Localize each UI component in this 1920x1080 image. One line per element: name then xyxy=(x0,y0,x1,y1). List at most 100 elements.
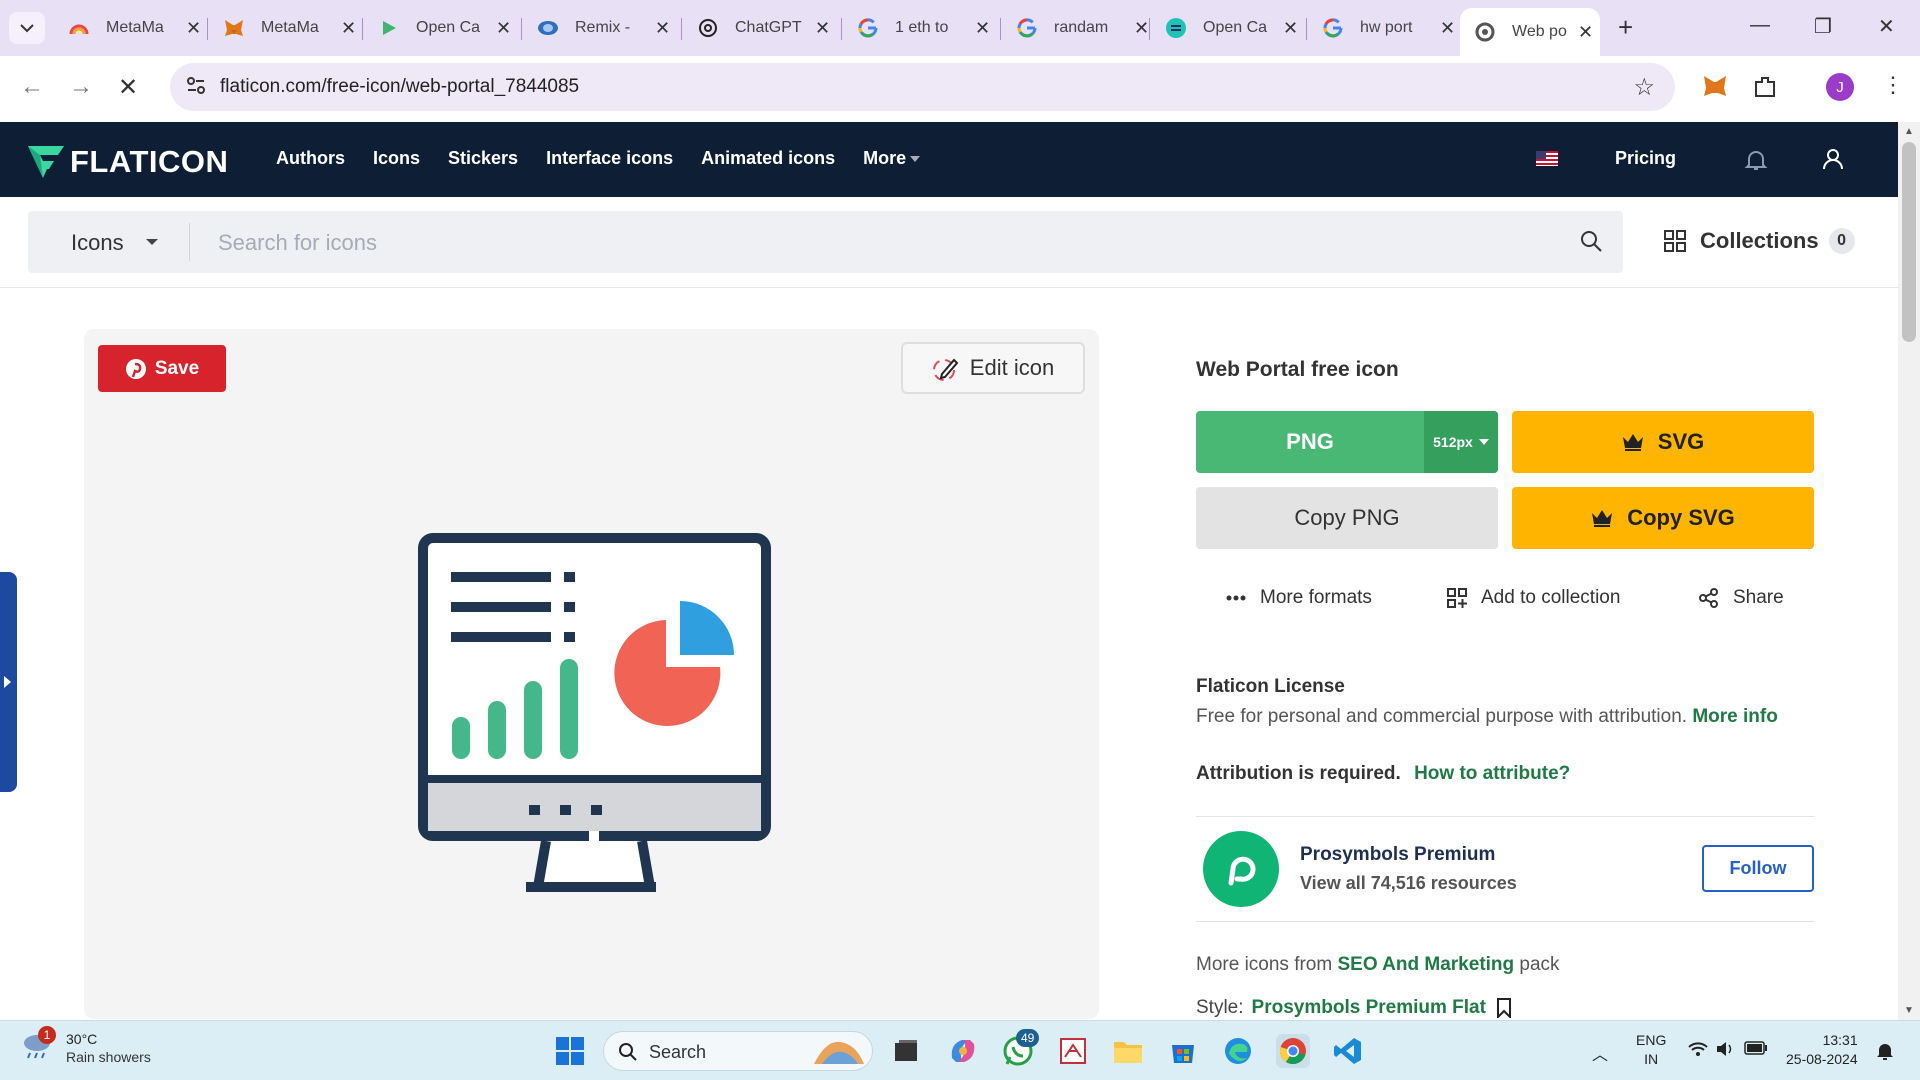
edit-icon-button[interactable]: Edit icon xyxy=(901,342,1085,394)
browser-tab[interactable]: randam ✕ xyxy=(1002,8,1157,48)
scrollbar-thumb[interactable] xyxy=(1902,142,1916,342)
restore-icon[interactable]: ❐ xyxy=(1814,14,1832,39)
pricing-link[interactable]: Pricing xyxy=(1615,148,1676,169)
download-svg-button[interactable]: SVG xyxy=(1512,411,1814,473)
flaticon-logo[interactable]: FLATICON xyxy=(28,144,228,180)
profile-avatar[interactable]: J xyxy=(1826,73,1854,101)
language-indicator[interactable]: ENG IN xyxy=(1636,1031,1666,1069)
browser-tab[interactable]: Open Ca ✕ xyxy=(1151,8,1306,48)
copilot-icon[interactable] xyxy=(946,1034,980,1068)
browser-tab[interactable]: 1 eth to ✕ xyxy=(843,8,998,48)
license-more-info-link[interactable]: More info xyxy=(1692,706,1778,727)
nav-interface-icons[interactable]: Interface icons xyxy=(546,148,673,169)
close-icon[interactable]: ✕ xyxy=(496,18,511,39)
nav-stickers[interactable]: Stickers xyxy=(448,148,518,169)
battery-icon[interactable] xyxy=(1744,1041,1768,1060)
microsoft-store-icon[interactable] xyxy=(1166,1034,1200,1068)
chevron-down-icon xyxy=(20,24,34,33)
volume-icon[interactable] xyxy=(1716,1041,1736,1062)
browser-tab[interactable]: MetaMa ✕ xyxy=(209,8,359,48)
scroll-down-arrow-icon[interactable]: ▼ xyxy=(1904,1005,1914,1016)
rain-cloud-icon: 1 xyxy=(20,1026,56,1065)
search-input[interactable]: Search for icons xyxy=(218,230,377,256)
extensions-puzzle-icon[interactable] xyxy=(1752,74,1778,105)
copy-svg-button[interactable]: Copy SVG xyxy=(1512,487,1814,549)
close-icon[interactable]: ✕ xyxy=(1134,18,1149,39)
search-type-select[interactable]: Icons xyxy=(71,230,124,256)
grid-icon xyxy=(1664,230,1686,252)
tab-search-button[interactable] xyxy=(9,12,45,44)
address-bar[interactable]: flaticon.com/free-icon/web-portal_784408… xyxy=(170,63,1675,111)
show-hidden-icons-chevron-icon[interactable]: ︿ xyxy=(1592,1041,1608,1065)
browser-tab[interactable]: hw port ✕ xyxy=(1308,8,1463,48)
download-png-button[interactable]: PNG 512px xyxy=(1196,411,1498,473)
copy-png-button[interactable]: Copy PNG xyxy=(1196,487,1498,549)
browser-menu-icon[interactable]: ⋮ xyxy=(1882,72,1904,98)
wifi-icon[interactable] xyxy=(1688,1041,1708,1062)
close-icon[interactable]: ✕ xyxy=(1283,18,1298,39)
browser-tab[interactable]: Remix - ✕ xyxy=(523,8,678,48)
caret-right-icon xyxy=(4,676,11,688)
file-explorer-icon[interactable] xyxy=(1111,1034,1145,1068)
bookmark-star-icon[interactable]: ☆ xyxy=(1633,73,1655,102)
nav-more[interactable]: More xyxy=(863,148,921,169)
share-button[interactable]: Share xyxy=(1699,587,1784,609)
browser-tab-active[interactable]: Web po ✕ xyxy=(1460,8,1600,56)
caret-down-icon[interactable] xyxy=(146,239,158,245)
minimize-icon[interactable]: — xyxy=(1750,14,1770,37)
stop-loading-icon[interactable]: ✕ xyxy=(118,73,138,102)
follow-button[interactable]: Follow xyxy=(1702,845,1814,892)
close-window-icon[interactable]: ✕ xyxy=(1878,14,1895,39)
vscode-icon[interactable] xyxy=(1331,1034,1365,1068)
png-size-select[interactable]: 512px xyxy=(1424,411,1498,473)
close-icon[interactable]: ✕ xyxy=(975,18,990,39)
how-to-attribute-link[interactable]: How to attribute? xyxy=(1414,763,1570,784)
forward-arrow-icon[interactable]: → xyxy=(69,73,93,101)
task-view-icon[interactable] xyxy=(889,1034,923,1068)
close-icon[interactable]: ✕ xyxy=(1578,22,1593,43)
nav-authors[interactable]: Authors xyxy=(276,148,345,169)
nav-animated-icons[interactable]: Animated icons xyxy=(701,148,835,169)
system-clock[interactable]: 13:31 25-08-2024 xyxy=(1786,1031,1858,1069)
metamask-extension-icon[interactable] xyxy=(1702,74,1728,103)
browser-tab[interactable]: MetaMa ✕ xyxy=(54,8,204,48)
us-flag-icon[interactable] xyxy=(1536,151,1558,171)
author-resources-link[interactable]: View all 74,516 resources xyxy=(1300,873,1517,894)
remote-desktop-icon[interactable] xyxy=(1056,1034,1090,1068)
add-to-collection-button[interactable]: Add to collection xyxy=(1447,587,1620,609)
tab-title: Open Ca xyxy=(1203,19,1268,36)
close-icon[interactable]: ✕ xyxy=(655,18,670,39)
user-icon[interactable] xyxy=(1821,147,1845,176)
new-tab-button[interactable]: + xyxy=(1618,12,1633,43)
side-panel-toggle[interactable] xyxy=(0,572,17,792)
taskbar-search[interactable]: Search xyxy=(603,1031,873,1071)
notification-bell-icon[interactable] xyxy=(1876,1041,1894,1066)
browser-tab[interactable]: ChatGPT ✕ xyxy=(683,8,838,48)
nav-icons[interactable]: Icons xyxy=(373,148,420,169)
back-arrow-icon[interactable]: ← xyxy=(20,73,44,101)
png-label: PNG xyxy=(1286,429,1334,454)
bell-icon[interactable] xyxy=(1744,148,1768,177)
site-settings-icon[interactable] xyxy=(186,76,206,101)
pack-link[interactable]: SEO And Marketing xyxy=(1337,954,1514,975)
browser-tab[interactable]: Open Ca ✕ xyxy=(364,8,519,48)
chrome-icon[interactable] xyxy=(1276,1034,1310,1068)
scroll-up-arrow-icon[interactable]: ▲ xyxy=(1904,126,1914,137)
icon-title: Web Portal free icon xyxy=(1196,358,1399,381)
more-formats-button[interactable]: More formats xyxy=(1226,587,1372,609)
close-icon[interactable]: ✕ xyxy=(186,18,201,39)
author-name-link[interactable]: Prosymbols Premium xyxy=(1300,844,1495,866)
weather-widget[interactable]: 1 30°C Rain showers xyxy=(20,1026,151,1065)
close-icon[interactable]: ✕ xyxy=(1440,18,1455,39)
close-icon[interactable]: ✕ xyxy=(341,18,356,39)
collections-button[interactable]: Collections 0 xyxy=(1664,228,1855,254)
edge-icon[interactable] xyxy=(1221,1034,1255,1068)
close-icon[interactable]: ✕ xyxy=(815,18,830,39)
bookmark-icon[interactable] xyxy=(1496,998,1512,1018)
pinterest-save-button[interactable]: Save xyxy=(98,345,226,392)
windows-start-icon[interactable] xyxy=(553,1034,587,1068)
search-icon[interactable] xyxy=(1579,229,1603,258)
author-avatar[interactable] xyxy=(1203,831,1279,907)
page-scrollbar[interactable]: ▲ ▼ xyxy=(1898,122,1920,1020)
style-link[interactable]: Prosymbols Premium Flat xyxy=(1252,997,1486,1019)
